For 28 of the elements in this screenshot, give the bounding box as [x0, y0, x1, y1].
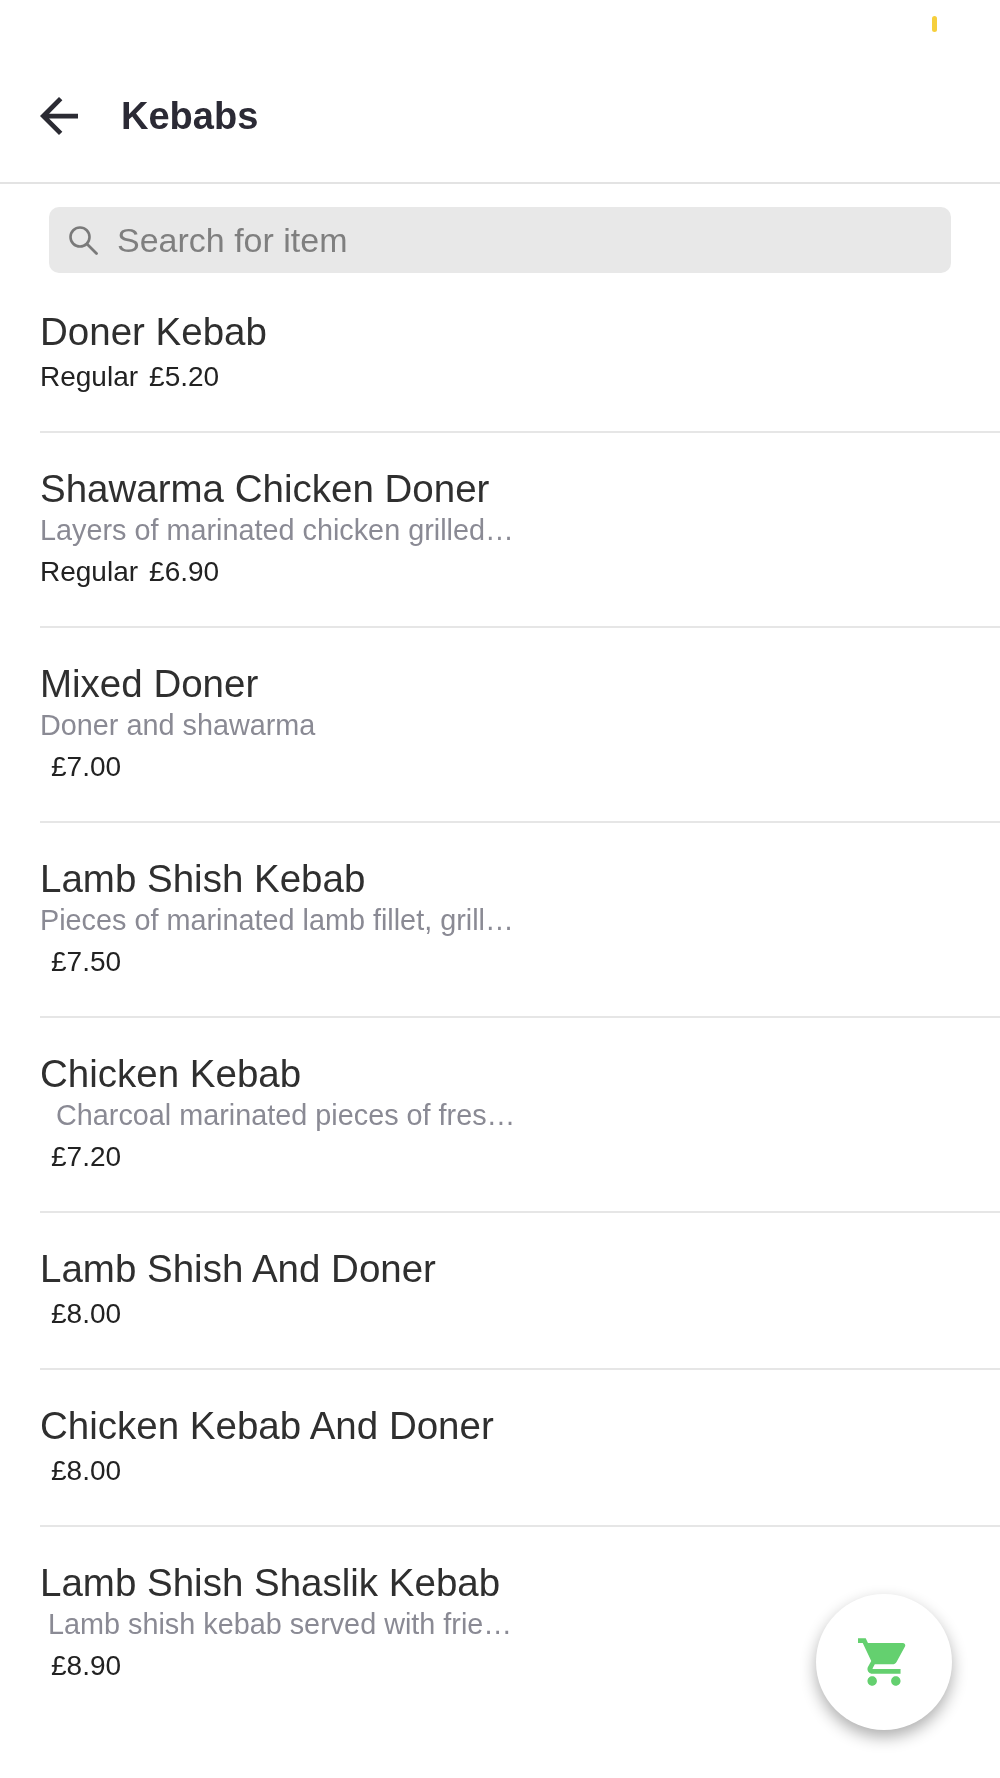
status-indicator-icon [932, 16, 937, 32]
item-description: Lamb shish kebab served with frie… [47, 1607, 513, 1642]
item-price: £8.00 [51, 1454, 122, 1488]
item-name: Lamb Shish Shaslik Kebab [40, 1561, 501, 1605]
item-name: Doner Kebab [40, 310, 267, 354]
item-size: Regular [40, 555, 139, 589]
search-icon [68, 225, 98, 255]
item-name: Lamb Shish Kebab [40, 857, 366, 901]
item-price: £8.00 [51, 1297, 122, 1331]
item-price: £6.90 [149, 555, 220, 589]
item-price: £7.00 [51, 750, 122, 784]
item-description: Doner and shawarma [40, 708, 316, 743]
item-name: Chicken Kebab And Doner [40, 1404, 494, 1448]
item-price: £7.50 [51, 945, 122, 979]
item-price: £5.20 [149, 360, 220, 394]
page-title: Kebabs [121, 94, 259, 138]
item-size: Regular [40, 360, 139, 394]
item-name: Mixed Doner [40, 662, 259, 706]
item-name: Chicken Kebab [40, 1052, 302, 1096]
item-description: Pieces of marinated lamb fillet, grill… [40, 903, 514, 938]
back-arrow-icon[interactable] [40, 97, 78, 135]
item-price: £7.20 [51, 1140, 122, 1174]
search-field[interactable]: Search for item [49, 207, 951, 273]
item-description: Charcoal marinated pieces of fres… [55, 1098, 516, 1133]
item-name: Lamb Shish And Doner [40, 1247, 436, 1291]
item-name: Shawarma Chicken Doner [40, 467, 490, 511]
item-price: £8.90 [51, 1649, 122, 1683]
item-description: Layers of marinated chicken grilled… [40, 513, 514, 548]
